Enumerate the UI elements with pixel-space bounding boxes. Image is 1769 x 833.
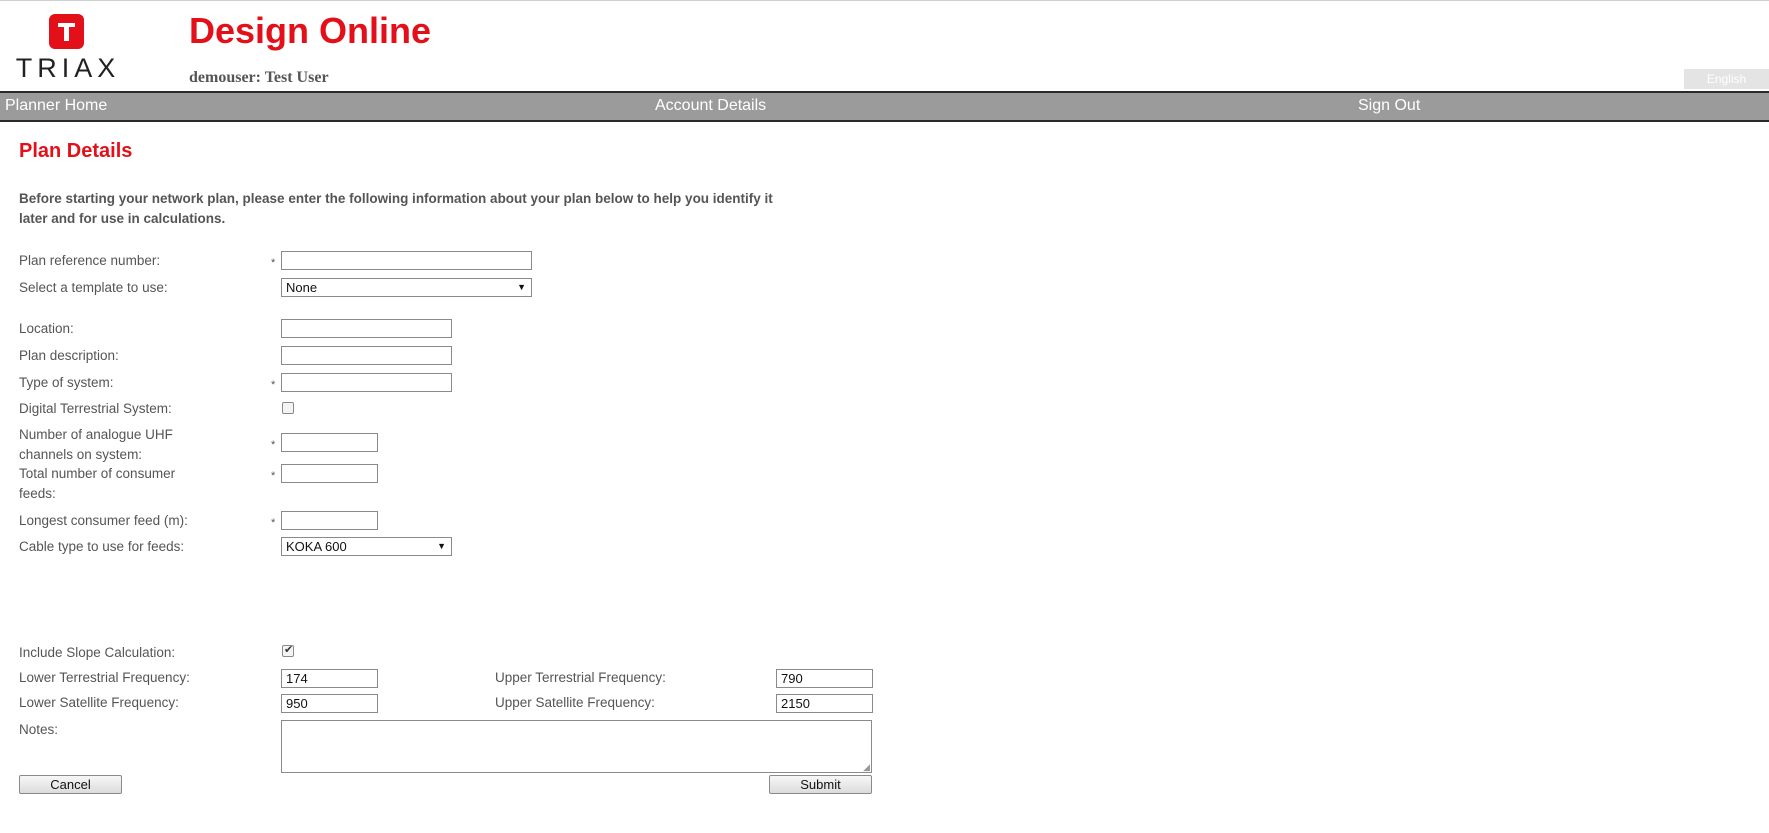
analogue-channels-input[interactable] bbox=[281, 433, 378, 452]
triax-logo: TRIAX bbox=[10, 14, 126, 82]
nav-sign-out[interactable]: Sign Out bbox=[1358, 96, 1420, 116]
description-input[interactable] bbox=[281, 346, 452, 365]
required-marker: * bbox=[271, 517, 276, 529]
analogue-channels-label: Number of analogue UHF channels on syste… bbox=[19, 427, 173, 462]
upper-terrestrial-input[interactable]: 790 bbox=[776, 669, 873, 688]
logo-mark-icon bbox=[49, 14, 84, 49]
required-marker: * bbox=[271, 470, 276, 482]
longest-feed-input[interactable] bbox=[281, 511, 378, 530]
page-title: Plan Details bbox=[19, 140, 133, 162]
language-selector[interactable]: English bbox=[1684, 69, 1769, 89]
user-name: demouser: Test User bbox=[189, 69, 329, 86]
required-marker: * bbox=[271, 257, 276, 269]
lower-terrestrial-label: Lower Terrestrial Frequency: bbox=[19, 670, 190, 685]
template-select[interactable]: None ▼ bbox=[281, 278, 532, 297]
location-label: Location: bbox=[19, 321, 74, 336]
digital-terrestrial-checkbox[interactable] bbox=[282, 402, 294, 414]
digital-terrestrial-label: Digital Terrestrial System: bbox=[19, 401, 172, 416]
upper-satellite-label: Upper Satellite Frequency: bbox=[495, 695, 655, 710]
upper-terrestrial-label: Upper Terrestrial Frequency: bbox=[495, 670, 666, 685]
template-label: Select a template to use: bbox=[19, 280, 168, 295]
nav-account-details[interactable]: Account Details bbox=[655, 96, 766, 116]
intro-text: Before starting your network plan, pleas… bbox=[19, 191, 773, 226]
system-type-label: Type of system: bbox=[19, 375, 114, 390]
slope-calc-checkbox[interactable]: ✔ bbox=[282, 644, 294, 657]
dropdown-arrow-icon: ▼ bbox=[437, 541, 446, 551]
consumer-feeds-label: Total number of consumer feeds: bbox=[19, 466, 176, 501]
checkmark-icon: ✔ bbox=[284, 644, 294, 656]
cable-type-selected: KOKA 600 bbox=[286, 539, 347, 554]
longest-feed-label: Longest consumer feed (m): bbox=[19, 513, 188, 528]
upper-satellite-input[interactable]: 2150 bbox=[776, 694, 873, 713]
plan-ref-input[interactable] bbox=[281, 251, 532, 270]
nav-planner-home[interactable]: Planner Home bbox=[5, 96, 107, 116]
logo-text: TRIAX bbox=[15, 53, 121, 83]
system-type-input[interactable] bbox=[281, 373, 452, 392]
resize-grip-icon[interactable]: ◢ bbox=[863, 763, 870, 772]
cancel-button[interactable]: Cancel bbox=[19, 775, 122, 794]
lower-terrestrial-input[interactable]: 174 bbox=[281, 669, 378, 688]
location-input[interactable] bbox=[281, 319, 452, 338]
required-marker: * bbox=[271, 439, 276, 451]
template-selected: None bbox=[286, 280, 318, 295]
top-border bbox=[0, 0, 1769, 1]
slope-calc-label: Include Slope Calculation: bbox=[19, 645, 176, 660]
dropdown-arrow-icon: ▼ bbox=[517, 282, 526, 292]
submit-button[interactable]: Submit bbox=[769, 775, 872, 794]
lower-satellite-input[interactable]: 950 bbox=[281, 694, 378, 713]
notes-textarea[interactable]: ◢ bbox=[281, 720, 872, 773]
plan-ref-label: Plan reference number: bbox=[19, 253, 161, 268]
lower-satellite-label: Lower Satellite Frequency: bbox=[19, 695, 179, 710]
app-title: Design Online bbox=[189, 10, 432, 51]
required-marker: * bbox=[271, 379, 276, 391]
cable-type-label: Cable type to use for feeds: bbox=[19, 539, 185, 554]
consumer-feeds-input[interactable] bbox=[281, 464, 378, 483]
cable-type-select[interactable]: KOKA 600 ▼ bbox=[281, 537, 452, 556]
main-nav: Planner Home Account Details Sign Out bbox=[0, 91, 1769, 122]
notes-label: Notes: bbox=[19, 722, 59, 737]
description-label: Plan description: bbox=[19, 348, 119, 363]
